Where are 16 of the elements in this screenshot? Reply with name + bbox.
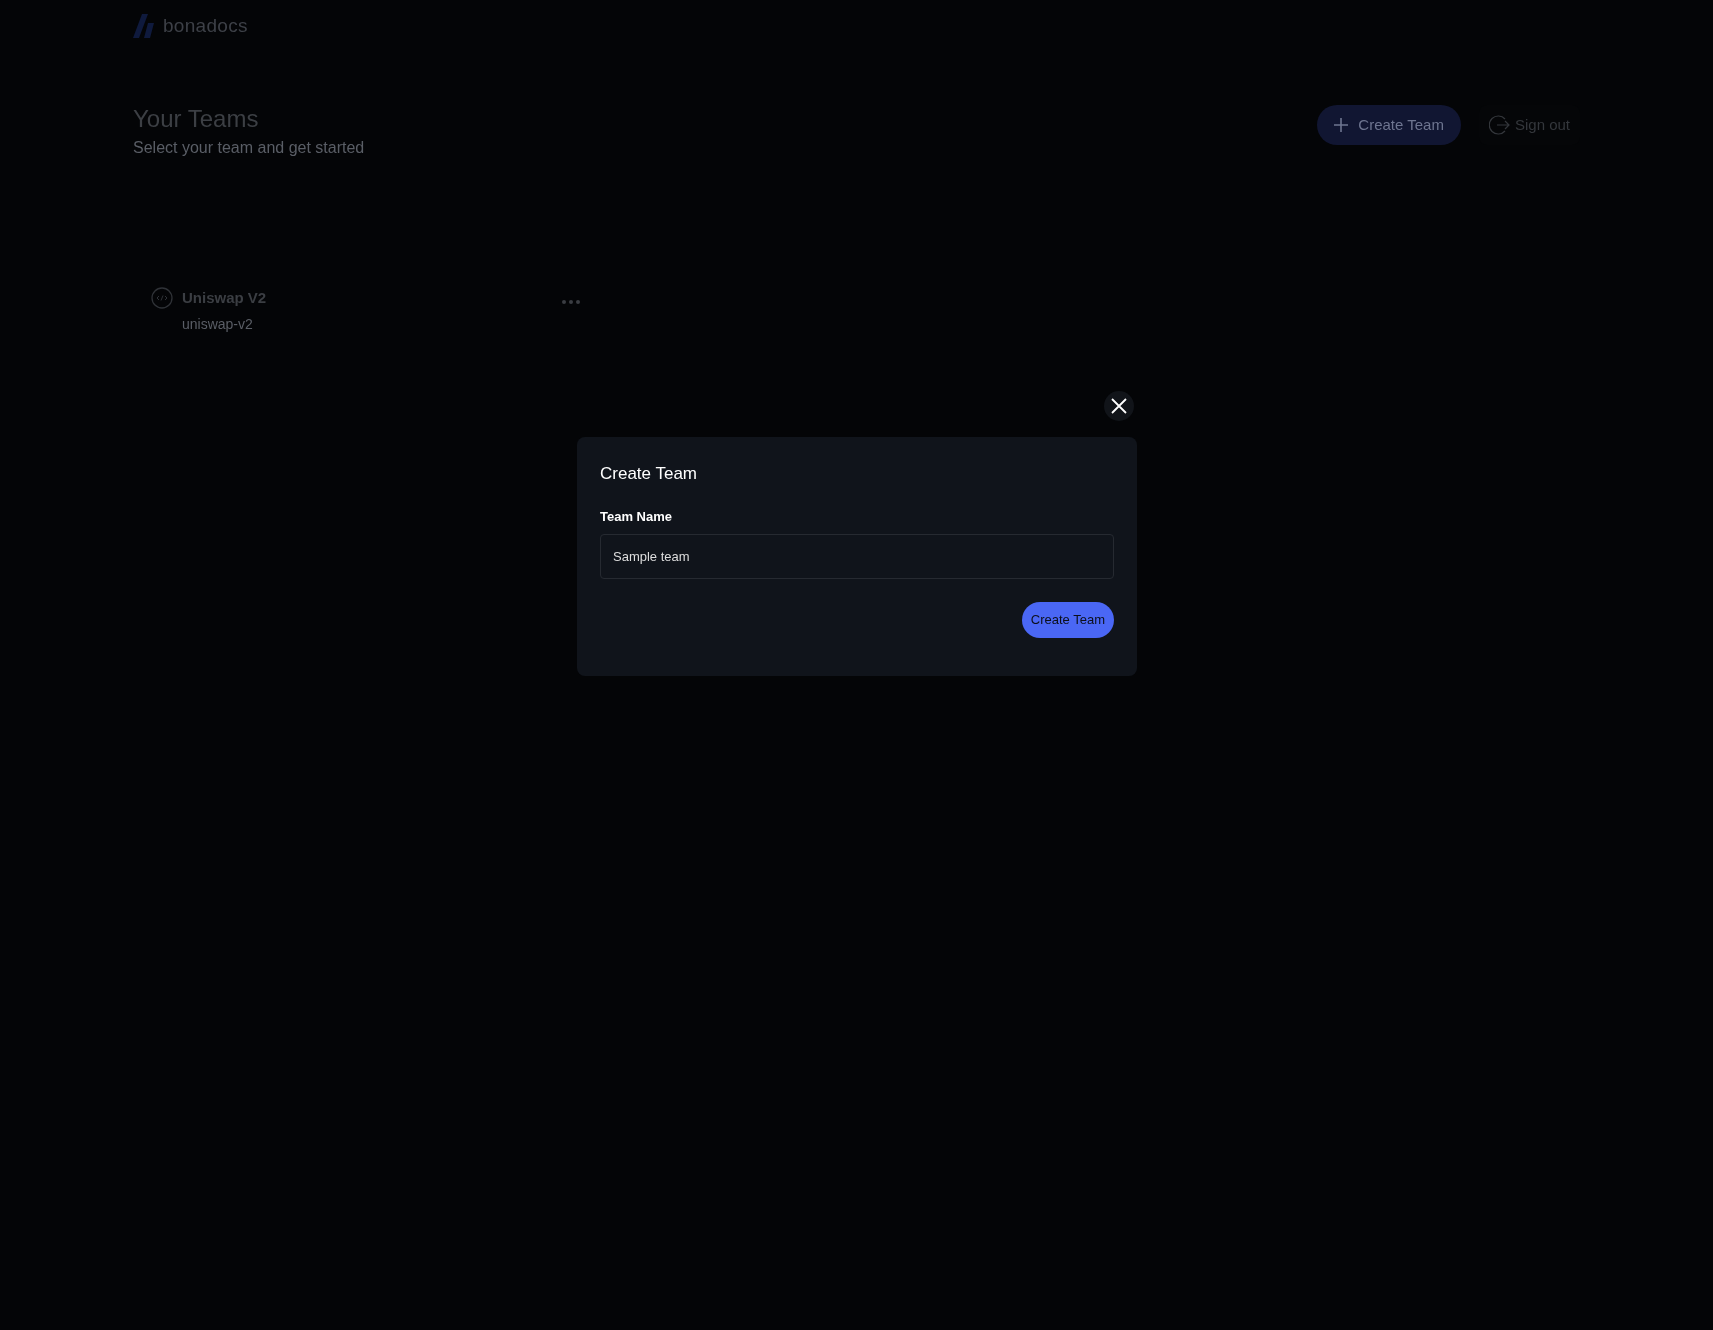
field-label: Team Name — [600, 507, 673, 526]
more-icon — [561, 298, 581, 305]
team-slug: uniswap-v2 — [182, 315, 254, 335]
close-button[interactable] — [1104, 391, 1134, 421]
sign-out-icon — [1488, 114, 1511, 136]
close-icon — [1111, 398, 1127, 414]
create-team-button[interactable]: Create Team — [1021, 602, 1114, 638]
page-title: Your Teams — [133, 105, 260, 134]
page-subtitle: Select your team and get started — [133, 137, 365, 158]
logo-icon — [133, 14, 155, 38]
modal-title: Create Team — [600, 463, 698, 485]
create-team-button[interactable]: Create Team — [1317, 105, 1461, 145]
team-name-field[interactable]: Sample team — [600, 534, 1114, 579]
code-icon — [151, 286, 173, 309]
logo-text: bonadocs — [163, 13, 248, 38]
plus-icon — [1334, 118, 1349, 132]
